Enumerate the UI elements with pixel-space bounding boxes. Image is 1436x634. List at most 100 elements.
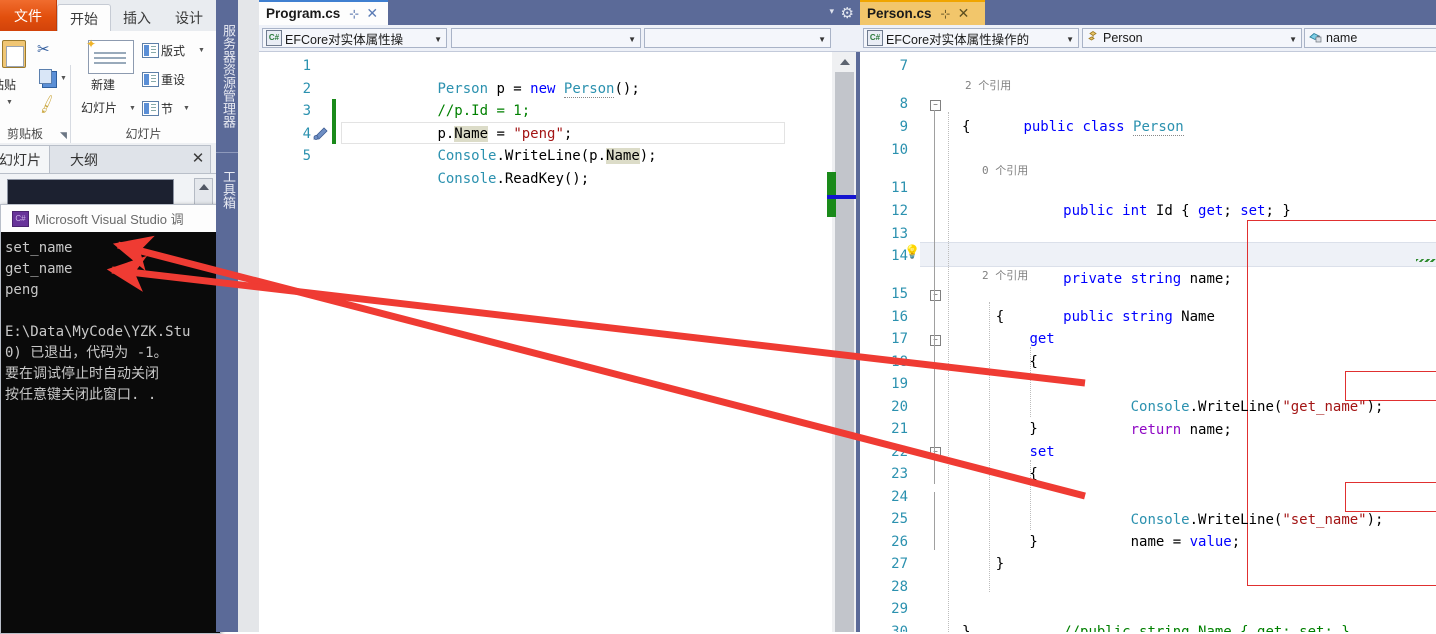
ribbon-group-clipboard-label: 剪贴板: [6, 127, 43, 141]
code-line[interactable]: set: [962, 441, 1054, 464]
pin-icon[interactable]: ⊹: [349, 7, 359, 21]
layout-icon[interactable]: [142, 43, 159, 58]
code-line[interactable]: }: [962, 621, 970, 632]
clipboard-dialog-launcher-icon[interactable]: ◥: [60, 130, 67, 141]
slide-thumbnail[interactable]: [7, 179, 174, 205]
gear-icon[interactable]: ⚙: [841, 4, 854, 22]
fold-toggle-icon[interactable]: −: [930, 447, 941, 458]
code-line[interactable]: }: [962, 553, 1004, 576]
code-lens-annotation[interactable]: 0 个引用: [982, 162, 1028, 178]
line-number: 12: [891, 203, 908, 219]
fold-toggle-icon[interactable]: −: [930, 335, 941, 346]
paste-button-label[interactable]: 粘贴: [0, 76, 16, 93]
chevron-down-icon[interactable]: ▼: [1066, 35, 1074, 44]
chevron-down-icon[interactable]: ▼: [628, 35, 636, 44]
scrollbar-thumb[interactable]: [835, 72, 854, 632]
scroll-up-button[interactable]: [835, 53, 854, 70]
fold-toggle-icon[interactable]: −: [930, 290, 941, 301]
console-line: set_name: [5, 240, 73, 256]
cut-icon[interactable]: ✂: [37, 40, 50, 58]
code-line[interactable]: {: [962, 463, 1037, 486]
indent-guide: [948, 112, 949, 632]
fold-toggle-icon[interactable]: −: [930, 100, 941, 111]
chevron-down-icon[interactable]: ▼: [1289, 35, 1297, 44]
ribbon-group-slides: ✦ 新建 幻灯片 ▼ 版式 ▼ 重设 节 ▼ 幻灯片: [71, 31, 216, 143]
pane-close-button[interactable]: ✕: [186, 147, 210, 169]
layout-label[interactable]: 版式: [161, 42, 185, 59]
vs-vertical-dock: 服务器资源管理器 工具箱: [216, 0, 238, 632]
copy-icon[interactable]: [39, 69, 57, 88]
pin-icon[interactable]: ⊹: [941, 7, 951, 21]
document-tab-program-cs[interactable]: Program.cs ⊹ ✕: [259, 0, 388, 25]
document-tab-person-cs[interactable]: Person.cs ⊹ ✕: [860, 0, 985, 25]
console-window[interactable]: Microsoft Visual Studio 调 set_name get_n…: [0, 204, 221, 634]
chevron-down-icon[interactable]: ▼: [434, 35, 442, 44]
type-combo[interactable]: ▼: [451, 28, 641, 48]
code-line[interactable]: get: [962, 328, 1054, 351]
code-line[interactable]: Console.ReadKey();: [370, 145, 589, 213]
new-slide-label-line2[interactable]: 幻灯片: [81, 99, 117, 116]
project-combo[interactable]: C# EFCore对实体属性操作的 ▼: [863, 28, 1079, 48]
line-number: 30: [891, 624, 908, 632]
new-slide-label-line1[interactable]: 新建: [91, 76, 115, 93]
vs-dock-gap: [238, 0, 259, 632]
code-line[interactable]: public int Id { get; set; }: [962, 177, 1291, 245]
console-title-bar[interactable]: Microsoft Visual Studio 调: [1, 205, 220, 232]
code-line[interactable]: {: [962, 351, 1037, 374]
ppt-tab-home[interactable]: 开始: [57, 4, 111, 33]
line-number: 3: [302, 103, 311, 119]
code-lens-annotation[interactable]: 2 个引用: [965, 77, 1011, 93]
section-dropdown-arrow[interactable]: ▼: [183, 105, 190, 112]
format-painter-icon[interactable]: 🖌: [36, 93, 59, 115]
member-combo[interactable]: ▼: [644, 28, 831, 48]
section-icon[interactable]: [142, 101, 159, 116]
triangle-up-icon: [198, 184, 209, 190]
code-line[interactable]: public class Person: [956, 93, 1184, 161]
visual-studio-icon: [12, 210, 29, 227]
code-line[interactable]: }: [962, 531, 1037, 554]
code-line[interactable]: //public string Name { get; set; }: [962, 598, 1350, 633]
line-number: 7: [899, 58, 908, 74]
project-combo[interactable]: C# EFCore对实体属性操 ▼: [262, 28, 447, 48]
field-private-icon: [1308, 30, 1323, 47]
program-code-area[interactable]: 1 2 3 4 5 Person p = new Person(); //p.I…: [259, 52, 832, 632]
dock-tab-toolbox[interactable]: 工具箱: [216, 158, 238, 220]
person-code-area[interactable]: 2 个引用 0 个引用 2 个引用 − − − − 💡 7 8 9 10 11 …: [860, 52, 1436, 632]
chevron-down-icon[interactable]: ▼: [818, 35, 826, 44]
paste-dropdown-arrow[interactable]: ▼: [6, 99, 13, 106]
type-combo[interactable]: Person ▼: [1082, 28, 1302, 48]
new-slide-dropdown-arrow[interactable]: ▼: [129, 105, 136, 112]
line-number: 21: [891, 421, 908, 437]
line-number: 24: [891, 489, 908, 505]
code-line[interactable]: {: [962, 306, 1004, 329]
slide-pane-scroll-up-button[interactable]: [194, 178, 213, 206]
close-icon[interactable]: ✕: [958, 5, 970, 22]
chevron-down-icon[interactable]: ▾: [829, 6, 834, 17]
reset-label[interactable]: 重设: [161, 71, 185, 88]
copy-dropdown-arrow[interactable]: ▼: [60, 75, 67, 82]
ppt-tab-insert[interactable]: 插入: [112, 4, 162, 31]
close-icon[interactable]: ✕: [366, 5, 378, 22]
class-icon: [1086, 30, 1100, 47]
dock-tab-server-explorer[interactable]: 服务器资源管理器: [216, 2, 238, 150]
line-number: 26: [891, 534, 908, 550]
layout-dropdown-arrow[interactable]: ▼: [198, 47, 205, 54]
project-combo-value: EFCore对实体属性操: [285, 32, 404, 47]
csharp-icon: C#: [266, 30, 282, 46]
section-label[interactable]: 节: [161, 100, 173, 117]
line-number: 19: [891, 376, 908, 392]
pane-tab-outline[interactable]: 大纲: [49, 145, 119, 174]
editor-pane-program: Program.cs ⊹ ✕ ▾ ⚙ C# EFCore对实体属性操 ▼ ▼ ▼…: [259, 0, 864, 632]
reset-icon[interactable]: [142, 72, 159, 87]
pane-tab-slides[interactable]: 幻灯片: [0, 145, 50, 174]
code-line[interactable]: {: [962, 116, 970, 139]
error-squiggle: [1416, 259, 1436, 262]
paste-icon[interactable]: [2, 40, 26, 68]
ppt-file-tab[interactable]: 文件: [0, 0, 57, 31]
console-line: get_name: [5, 261, 73, 277]
ppt-tab-design[interactable]: 设计: [164, 4, 214, 31]
triangle-up-icon: [839, 58, 850, 65]
line-number: 1: [302, 58, 311, 74]
member-combo[interactable]: name: [1304, 28, 1436, 48]
code-line[interactable]: }: [962, 418, 1037, 441]
